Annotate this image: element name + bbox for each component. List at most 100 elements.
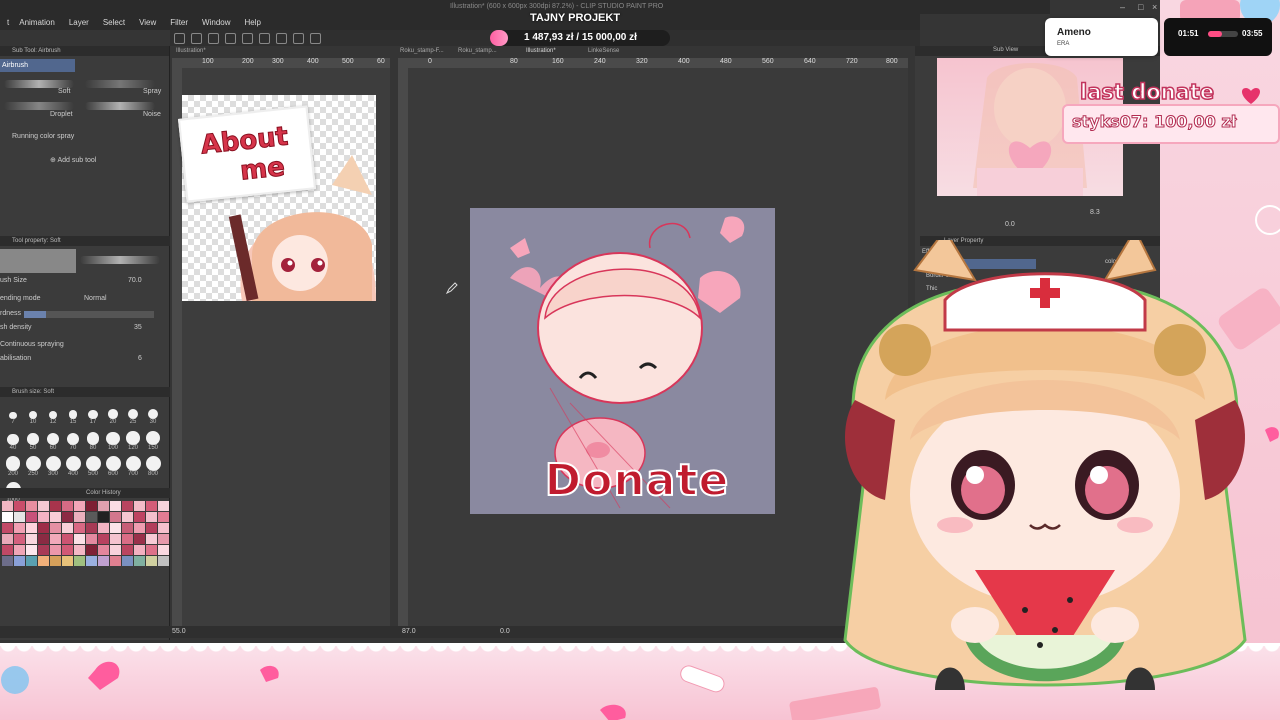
color-swatch[interactable] (98, 534, 109, 544)
brush-size-option[interactable]: 15 (63, 401, 83, 425)
color-swatch[interactable] (122, 545, 133, 555)
settings-icon[interactable] (259, 32, 270, 44)
menu-window[interactable]: Window (195, 18, 237, 27)
color-swatch[interactable] (110, 501, 121, 511)
prop-brush-density[interactable]: sh density 35 (0, 324, 160, 331)
color-swatch[interactable] (26, 545, 37, 555)
brush-size-option[interactable]: 10 (23, 401, 43, 425)
brush-running-color-spray[interactable]: Running color spray (12, 133, 74, 140)
color-swatch[interactable] (146, 534, 157, 544)
color-swatch[interactable] (74, 556, 85, 566)
prop-hardness[interactable]: rdness (0, 310, 160, 318)
add-sub-tool-button[interactable]: ⊕ Add sub tool (50, 156, 96, 164)
menu-layer[interactable]: Layer (62, 18, 96, 27)
prop-stabilisation[interactable]: abilisation 6 (0, 355, 160, 362)
color-swatch[interactable] (50, 523, 61, 533)
brush-size-option[interactable]: 500 (83, 453, 103, 477)
color-swatch[interactable] (50, 534, 61, 544)
brush-size-option[interactable]: 7 (3, 401, 23, 425)
color-swatch[interactable] (110, 556, 121, 566)
color-swatch[interactable] (2, 512, 13, 522)
color-swatch[interactable] (86, 545, 97, 555)
color-swatch[interactable] (122, 523, 133, 533)
color-swatch[interactable] (14, 545, 25, 555)
color-swatch[interactable] (110, 545, 121, 555)
color-swatch[interactable] (38, 501, 49, 511)
menu-view[interactable]: View (132, 18, 163, 27)
color-swatch[interactable] (26, 556, 37, 566)
color-swatch[interactable] (14, 512, 25, 522)
close-button[interactable]: × (1152, 2, 1157, 12)
color-swatch[interactable] (14, 501, 25, 511)
color-swatch[interactable] (26, 534, 37, 544)
color-swatch[interactable] (62, 512, 73, 522)
color-swatch[interactable] (122, 501, 133, 511)
color-swatch[interactable] (2, 545, 13, 555)
brush-size-option[interactable]: 150 (143, 427, 163, 451)
color-swatch[interactable] (74, 545, 85, 555)
color-swatch[interactable] (50, 545, 61, 555)
color-swatch[interactable] (14, 556, 25, 566)
color-swatch[interactable] (86, 512, 97, 522)
color-swatch[interactable] (2, 556, 13, 566)
color-swatch[interactable] (98, 512, 109, 522)
color-swatch[interactable] (146, 556, 157, 566)
brush-size-option[interactable]: 250 (23, 453, 43, 477)
color-swatch[interactable] (86, 501, 97, 511)
color-swatch[interactable] (98, 523, 109, 533)
color-swatch[interactable] (158, 534, 169, 544)
doc-tab-4[interactable]: Illustration* (526, 48, 556, 54)
brush-size-option[interactable]: 50 (23, 427, 43, 451)
color-swatch[interactable] (134, 523, 145, 533)
color-swatch[interactable] (2, 523, 13, 533)
color-swatch[interactable] (146, 545, 157, 555)
color-swatch[interactable] (2, 534, 13, 544)
status-zoom-left[interactable]: 55.0 (172, 628, 186, 635)
prop-continuous-spraying[interactable]: Continuous spraying (0, 341, 160, 348)
color-swatch[interactable] (134, 512, 145, 522)
color-swatch[interactable] (134, 501, 145, 511)
redo-icon[interactable] (242, 32, 253, 44)
color-swatch[interactable] (146, 512, 157, 522)
color-swatch[interactable] (122, 534, 133, 544)
color-swatch[interactable] (110, 523, 121, 533)
color-swatch[interactable] (134, 534, 145, 544)
prop-blending-mode[interactable]: ending mode Normal (0, 295, 160, 302)
sub-view-angle[interactable]: 0.0 (1005, 221, 1015, 228)
color-swatch[interactable] (38, 545, 49, 555)
brush-size-option[interactable]: 30 (143, 401, 163, 425)
color-swatch[interactable] (74, 523, 85, 533)
color-swatch[interactable] (62, 534, 73, 544)
color-swatch[interactable] (86, 534, 97, 544)
brush-size-option[interactable]: 20 (103, 401, 123, 425)
color-swatch[interactable] (110, 512, 121, 522)
color-swatch[interactable] (158, 512, 169, 522)
doc-tab-3[interactable]: Roku_stamp... (458, 48, 497, 54)
color-swatch[interactable] (50, 512, 61, 522)
brush-size-option[interactable]: 70 (63, 427, 83, 451)
color-swatch[interactable] (38, 512, 49, 522)
brush-size-option[interactable]: 25 (123, 401, 143, 425)
color-swatch[interactable] (14, 523, 25, 533)
color-swatch[interactable] (14, 534, 25, 544)
doc-tab-2[interactable]: Roku_stamp-F... (400, 48, 444, 54)
color-swatch[interactable] (98, 501, 109, 511)
color-swatch[interactable] (86, 556, 97, 566)
select-icon[interactable] (310, 32, 321, 44)
brush-size-option[interactable]: 400 (63, 453, 83, 477)
brush-size-option[interactable]: 60 (43, 427, 63, 451)
brush-size-option[interactable]: 100 (103, 427, 123, 451)
menu-select[interactable]: Select (96, 18, 132, 27)
color-swatch[interactable] (26, 512, 37, 522)
brush-size-option[interactable]: 600 (103, 453, 123, 477)
color-swatch[interactable] (74, 534, 85, 544)
color-swatch[interactable] (50, 501, 61, 511)
menu-help[interactable]: Help (238, 18, 268, 27)
prop-brush-size[interactable]: ush Size 70.0 (0, 277, 160, 284)
brush-spray[interactable]: Spray (143, 88, 161, 95)
color-swatch[interactable] (62, 501, 73, 511)
color-swatch[interactable] (158, 545, 169, 555)
color-swatch[interactable] (62, 556, 73, 566)
save-icon[interactable] (191, 32, 202, 44)
transform-icon[interactable] (293, 32, 304, 44)
